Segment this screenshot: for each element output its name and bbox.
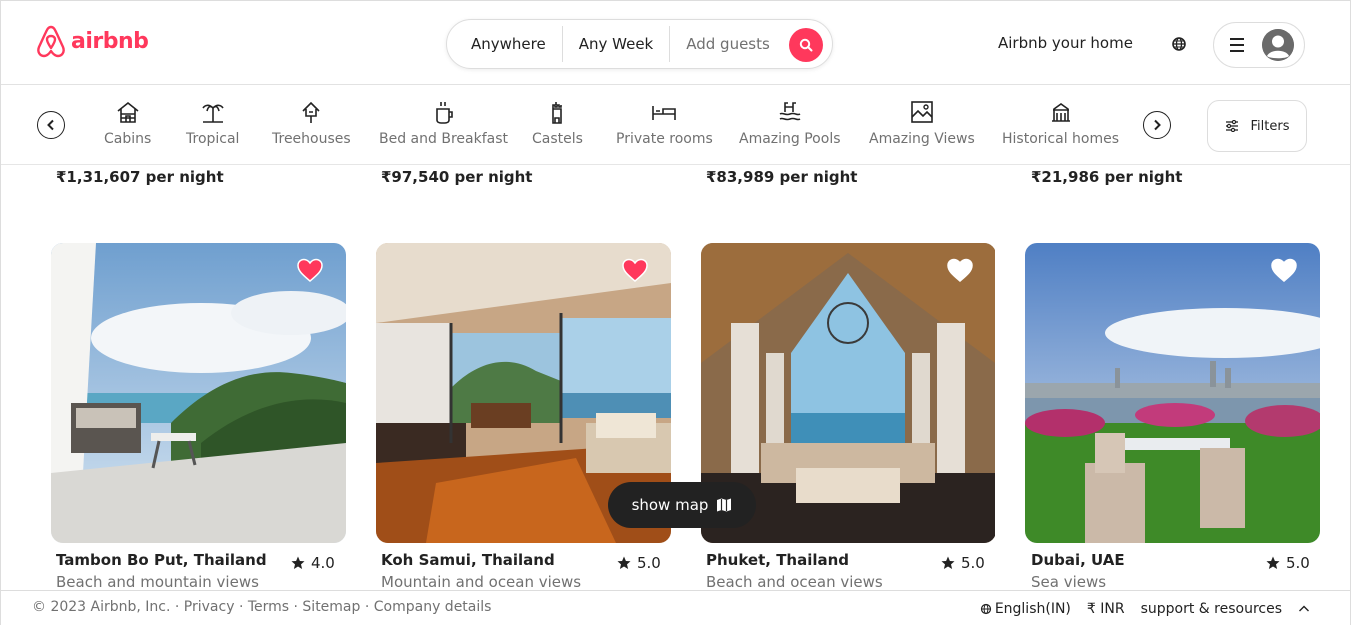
category-bar: Cabins Tropical Treehouses Bed and Break… bbox=[1, 85, 1350, 165]
castle-icon bbox=[552, 102, 563, 124]
host-link[interactable]: Airbnb your home bbox=[998, 34, 1133, 52]
listing-title[interactable]: Tambon Bo Put, Thailand bbox=[56, 551, 267, 569]
listing-rating: 4.0 bbox=[291, 554, 335, 572]
hamburger-icon bbox=[1230, 38, 1244, 56]
listing-subtitle: Beach and mountain views bbox=[56, 573, 259, 591]
avatar bbox=[1262, 29, 1294, 61]
heart-icon[interactable] bbox=[296, 257, 324, 283]
search-add-guests[interactable]: Add guests bbox=[670, 26, 786, 62]
rating-value: 4.0 bbox=[311, 554, 335, 572]
heart-icon[interactable] bbox=[621, 257, 649, 283]
listing-price: ₹97,540 per night bbox=[381, 168, 533, 186]
support-link[interactable]: support & resources bbox=[1141, 601, 1282, 617]
listing-price: ₹21,986 per night bbox=[1031, 168, 1183, 186]
category-label: Bed and Breakfast bbox=[379, 131, 508, 147]
logo-text: airbnb bbox=[71, 28, 149, 54]
star-icon bbox=[617, 556, 631, 569]
search-anywhere[interactable]: Anywhere bbox=[447, 26, 563, 62]
user-icon bbox=[1262, 29, 1294, 61]
category-castles[interactable]: Castels bbox=[532, 99, 583, 147]
listing-title[interactable]: Phuket, Thailand bbox=[706, 551, 849, 569]
rating-value: 5.0 bbox=[961, 554, 985, 572]
cabin-icon bbox=[117, 101, 139, 123]
listing-price: ₹1,31,607 per night bbox=[56, 168, 224, 186]
scroll-left-button[interactable] bbox=[37, 111, 65, 139]
chevron-up-icon[interactable] bbox=[1298, 603, 1310, 615]
rating-value: 5.0 bbox=[1286, 554, 1310, 572]
listing-rating: 5.0 bbox=[1266, 554, 1310, 572]
listing-rating: 5.0 bbox=[617, 554, 661, 572]
category-label: Treehouses bbox=[272, 131, 351, 147]
scroll-right-button[interactable] bbox=[1143, 111, 1171, 139]
page: airbnb Anywhere Any Week Add guests Airb… bbox=[0, 0, 1351, 625]
listing-title[interactable]: Koh Samui, Thailand bbox=[381, 551, 555, 569]
listing-photo[interactable] bbox=[51, 243, 346, 543]
category-private-rooms[interactable]: Private rooms bbox=[616, 99, 713, 147]
footer-right: English(IN) ₹ INR support & resources bbox=[980, 601, 1310, 617]
user-menu-button[interactable] bbox=[1213, 22, 1305, 68]
listing-subtitle: Mountain and ocean views bbox=[381, 573, 582, 591]
search-any-week[interactable]: Any Week bbox=[563, 26, 671, 62]
treehouse-icon bbox=[302, 101, 320, 123]
category-label: Private rooms bbox=[616, 131, 713, 147]
language-selector[interactable]: English(IN) bbox=[980, 601, 1071, 617]
footer-links[interactable]: © 2023 Airbnb, Inc. · Privacy · Terms · … bbox=[32, 599, 491, 615]
filters-button[interactable]: Filters bbox=[1207, 100, 1307, 152]
airbnb-logo-icon bbox=[37, 25, 65, 58]
chevron-right-icon bbox=[1154, 119, 1161, 131]
category-bed-breakfast[interactable]: Bed and Breakfast bbox=[379, 99, 508, 147]
category-label: Amazing Pools bbox=[739, 131, 841, 147]
search-button[interactable] bbox=[789, 28, 823, 62]
tropical-icon bbox=[202, 104, 224, 123]
category-label: Historical homes bbox=[1002, 131, 1120, 147]
bed-breakfast-icon bbox=[435, 102, 453, 124]
logo[interactable]: airbnb bbox=[35, 24, 149, 58]
category-label: Castels bbox=[532, 131, 583, 147]
show-map-label: show map bbox=[631, 496, 709, 514]
star-icon bbox=[291, 556, 305, 569]
map-icon bbox=[717, 498, 732, 512]
footer: © 2023 Airbnb, Inc. · Privacy · Terms · … bbox=[1, 590, 1350, 625]
listing-subtitle: Sea views bbox=[1031, 573, 1107, 591]
category-label: Tropical bbox=[186, 131, 240, 147]
language-label: English(IN) bbox=[994, 601, 1071, 617]
category-cabins[interactable]: Cabins bbox=[104, 99, 151, 147]
star-icon bbox=[941, 556, 955, 569]
listing-subtitle: Beach and ocean views bbox=[706, 573, 883, 591]
historical-home-icon bbox=[1051, 103, 1070, 122]
category-label: Amazing Views bbox=[869, 131, 975, 147]
globe-icon bbox=[980, 603, 991, 615]
category-amazing-pools[interactable]: Amazing Pools bbox=[739, 99, 841, 147]
rating-value: 5.0 bbox=[637, 554, 661, 572]
show-map-button[interactable]: show map bbox=[608, 482, 756, 528]
search-bar[interactable]: Anywhere Any Week Add guests bbox=[446, 19, 833, 69]
category-treehouses[interactable]: Treehouses bbox=[272, 99, 351, 147]
currency-selector[interactable]: ₹ INR bbox=[1087, 601, 1125, 617]
category-amazing-views[interactable]: Amazing Views bbox=[869, 99, 975, 147]
heart-icon[interactable] bbox=[1270, 257, 1298, 283]
heart-icon[interactable] bbox=[946, 257, 974, 283]
globe-icon[interactable] bbox=[1171, 36, 1187, 52]
view-icon bbox=[911, 101, 933, 123]
listing-rating: 5.0 bbox=[941, 554, 985, 572]
star-icon bbox=[1266, 556, 1280, 569]
listing-photo[interactable] bbox=[1025, 243, 1320, 543]
category-historical-homes[interactable]: Historical homes bbox=[1002, 99, 1119, 147]
private-room-icon bbox=[652, 106, 677, 120]
filters-icon bbox=[1225, 120, 1238, 132]
header: airbnb Anywhere Any Week Add guests Airb… bbox=[1, 1, 1350, 85]
chevron-left-icon bbox=[47, 119, 54, 131]
listing-price: ₹83,989 per night bbox=[706, 168, 858, 186]
filters-label: Filters bbox=[1250, 118, 1290, 134]
pool-icon bbox=[779, 102, 801, 121]
category-tropical[interactable]: Tropical bbox=[186, 99, 239, 147]
search-icon bbox=[799, 38, 813, 52]
category-label: Cabins bbox=[104, 131, 152, 147]
listing-title[interactable]: Dubai, UAE bbox=[1031, 551, 1125, 569]
